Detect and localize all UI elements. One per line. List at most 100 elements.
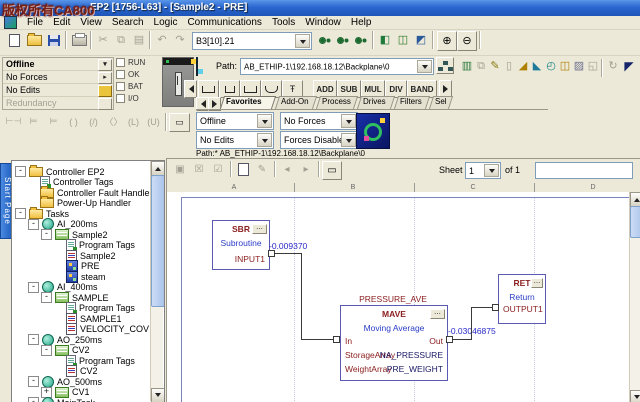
collapse-icon[interactable]: - (41, 345, 52, 356)
sheet-properties-icon[interactable]: ▭ (322, 161, 342, 180)
toggle-window-3-icon[interactable]: ◩ (412, 31, 430, 49)
menu-help[interactable]: Help (351, 17, 372, 28)
xic-contact-icon[interactable]: ( ) (64, 113, 83, 130)
tree-item-cv2-program[interactable]: -CV2 (12, 345, 90, 356)
mdi-child-icon[interactable] (4, 16, 17, 29)
tree-item-pre-routine[interactable]: PRE (12, 261, 100, 272)
tree-item-cv1-program[interactable]: +CV1 (12, 387, 90, 398)
online-edits-dropdown[interactable] (257, 133, 272, 147)
save-icon[interactable] (45, 31, 63, 49)
expand-icon[interactable]: + (41, 387, 52, 398)
collapse-icon[interactable]: - (28, 334, 39, 345)
tree-item-ai-200ms[interactable]: -AI_200ms (12, 219, 98, 230)
mave-weight-operand[interactable]: PRE_WEIGHT (387, 364, 443, 374)
menu-tools[interactable]: Tools (272, 17, 295, 28)
collapse-icon[interactable]: - (28, 219, 39, 230)
menu-search[interactable]: Search (112, 17, 144, 28)
online-mode-combobox[interactable]: Offline (196, 112, 274, 130)
cancel-edits-icon[interactable]: ☒ (190, 161, 208, 178)
path-dropdown-button[interactable] (417, 60, 432, 73)
mave-block[interactable]: MAVE ... Moving Average In Out StorageAr… (340, 305, 448, 381)
toggle-window-2-icon[interactable]: ◫ (394, 31, 412, 49)
online-forces-dropdown[interactable] (341, 114, 356, 128)
tree-item-ao-500ms[interactable]: -AO_500ms (12, 376, 102, 387)
collapse-icon[interactable]: - (28, 376, 39, 387)
collapse-icon[interactable]: - (28, 397, 39, 402)
menu-logic[interactable]: Logic (154, 17, 178, 28)
sheet-number-dropdown[interactable] (484, 164, 499, 177)
prev-sheet-icon[interactable]: ◂ (278, 161, 296, 178)
forces-state-dropdown[interactable] (341, 133, 356, 147)
open-icon[interactable] (25, 31, 43, 49)
collapse-icon[interactable]: - (41, 229, 52, 240)
address-combobox[interactable]: B3[10].21 (192, 32, 312, 50)
sbr-output-value[interactable]: -0.009370 (269, 241, 307, 251)
canvas-scroll-thumb[interactable] (630, 206, 640, 238)
search-tags-icon[interactable] (316, 31, 334, 49)
print-icon[interactable] (70, 31, 88, 49)
tree-item-sample-program[interactable]: -SAMPLE (12, 292, 109, 303)
tree-item-controller[interactable]: -Controller EP2 (12, 166, 105, 177)
new-icon[interactable] (5, 31, 23, 49)
tree-scroll-down[interactable] (151, 388, 165, 402)
select-arrow-icon[interactable]: ◤ (620, 57, 638, 75)
ret-properties-button[interactable]: ... (531, 278, 543, 288)
address-dropdown-button[interactable] (295, 34, 310, 48)
cut-icon[interactable]: ✂ (94, 31, 112, 49)
sheet-number-combobox[interactable]: 1 (465, 162, 501, 179)
online-mode-dropdown[interactable] (257, 114, 272, 128)
mave-in-pin[interactable] (333, 336, 340, 343)
mode-dropdown-button[interactable]: ▾ (98, 59, 112, 71)
tab-drives[interactable]: Drives (359, 96, 393, 109)
undo-icon[interactable]: ↶ (153, 31, 171, 49)
branch-level-edit-icon[interactable]: ⊨ (44, 113, 63, 130)
redo-icon[interactable]: ↷ (171, 31, 189, 49)
collapse-icon[interactable]: - (28, 282, 39, 293)
edit-sheet-icon[interactable]: ✎ (253, 161, 271, 178)
rung-edit-icon[interactable]: ⊢⊣ (4, 113, 23, 130)
tree-scroll-up[interactable] (151, 161, 165, 176)
forces-row[interactable]: No Forces ▸ (3, 71, 113, 84)
close-routine-icon[interactable]: ◱ (584, 57, 602, 75)
tab-add-on[interactable]: Add-On (277, 96, 315, 109)
mave-storage-operand[interactable]: NA_PRESSURE (380, 350, 443, 360)
next-sheet-icon[interactable]: ▸ (297, 161, 315, 178)
zoom-in-icon[interactable]: ⊕ (437, 31, 457, 51)
branch-edit-icon[interactable]: ⊨ (24, 113, 43, 130)
forces-dropdown-button[interactable]: ▸ (98, 72, 112, 84)
tree-scroll-thumb[interactable] (151, 175, 165, 307)
tab-select[interactable]: Sel (431, 96, 451, 109)
sbr-output-pin-label[interactable]: INPUT1 (235, 254, 265, 264)
network-browse-icon[interactable] (436, 57, 454, 74)
tree-item-fault-handler[interactable]: Controller Fault Handler (12, 187, 153, 198)
ret-input-pin[interactable] (492, 304, 499, 311)
paste-icon[interactable]: ▤ (130, 31, 148, 49)
ret-block[interactable]: RET ... Return OUTPUT1 (498, 274, 546, 324)
canvas-scrollbar[interactable] (629, 192, 640, 402)
tree-item-maintask[interactable]: -MainTask (12, 397, 95, 402)
toggle-window-1-icon[interactable]: ◧ (376, 31, 394, 49)
ote-coil-icon[interactable]: 〈〉 (104, 113, 123, 130)
path-combobox[interactable]: AB_ETHIP-1\192.168.18.12\Backplane\0 (240, 58, 434, 75)
otu-coil-icon[interactable]: (U) (144, 113, 163, 130)
ret-input-pin-label[interactable]: OUTPUT1 (503, 304, 543, 314)
tree-scrollbar[interactable] (150, 161, 163, 401)
xio-contact-icon[interactable]: (/) (84, 113, 103, 130)
rswho-icon[interactable] (196, 58, 198, 76)
tab-filters[interactable]: Filters (396, 96, 428, 109)
sbr-properties-button[interactable]: ... (252, 224, 267, 234)
tree-item-ao-250ms[interactable]: -AO_250ms (12, 334, 102, 345)
assemble-edits-icon[interactable]: ☑ (209, 161, 227, 178)
canvas-scroll-up[interactable] (630, 192, 640, 207)
zoom-out-icon[interactable]: ⊖ (457, 31, 477, 51)
mave-out-pin-label[interactable]: Out (429, 336, 443, 346)
collapse-icon[interactable]: - (15, 166, 26, 177)
tab-process[interactable]: Process (318, 96, 356, 109)
new-sheet-icon[interactable] (234, 161, 252, 178)
mode-row[interactable]: Offline ▾ (3, 58, 113, 71)
search-all-icon[interactable] (352, 31, 370, 49)
mave-tag-name[interactable]: PRESSURE_AVE (327, 294, 459, 304)
menu-view[interactable]: View (80, 17, 102, 28)
empty-rung-icon[interactable]: ▭ (169, 113, 190, 132)
tree-item-steam-routine[interactable]: steam (12, 271, 106, 282)
